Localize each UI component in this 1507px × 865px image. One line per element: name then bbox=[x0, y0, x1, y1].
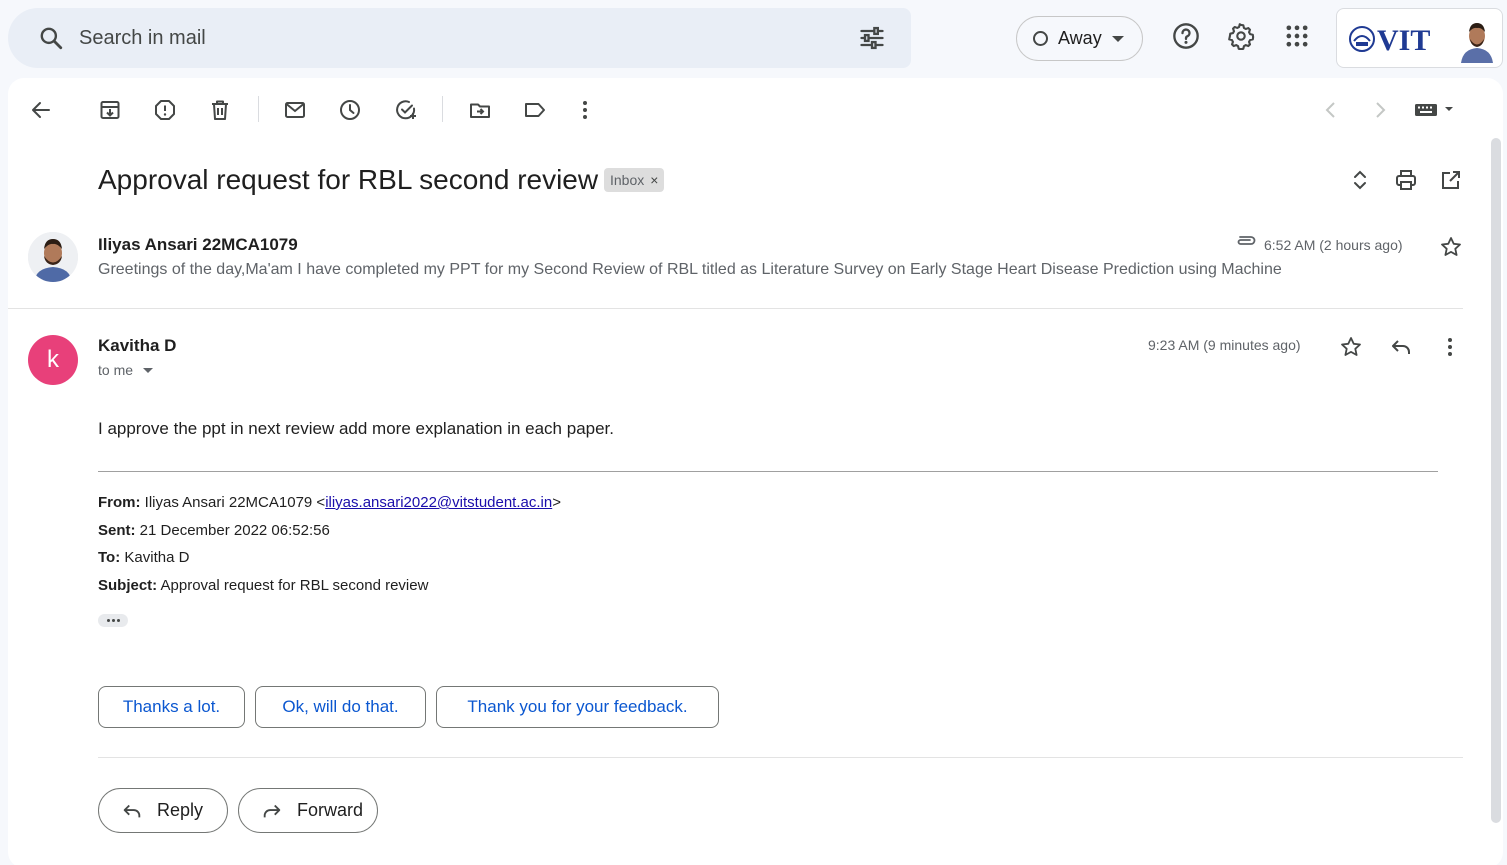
reply-button[interactable]: Reply bbox=[98, 788, 228, 833]
more-vert-icon[interactable] bbox=[573, 98, 597, 122]
quoted-to-label: To: bbox=[98, 549, 121, 566]
recipient-details[interactable]: to me bbox=[98, 362, 154, 378]
sender-photo bbox=[28, 232, 78, 282]
collapsed-message-time: 6:52 AM (2 hours ago) bbox=[1264, 237, 1403, 253]
vit-logo: VIT bbox=[1349, 24, 1430, 55]
settings-gear-icon[interactable] bbox=[1227, 22, 1255, 50]
smart-reply-1[interactable]: Thanks a lot. bbox=[98, 686, 245, 728]
toolbar-divider bbox=[442, 96, 443, 122]
status-ring-icon bbox=[1033, 31, 1048, 46]
reply-label: Reply bbox=[157, 800, 204, 820]
scrollbar-thumb[interactable] bbox=[1491, 138, 1501, 823]
chevron-down-icon[interactable] bbox=[143, 367, 154, 373]
reply-icon bbox=[123, 804, 141, 817]
search-input[interactable] bbox=[79, 22, 779, 54]
recipient-label: to me bbox=[98, 362, 134, 378]
inbox-label-chip[interactable]: Inbox × bbox=[604, 168, 665, 192]
attachment-icon bbox=[1237, 236, 1256, 245]
thread-subject: Approval request for RBL second review bbox=[98, 164, 599, 195]
forward-button[interactable]: Forward bbox=[238, 788, 378, 833]
status-label: Away bbox=[1058, 28, 1102, 48]
quoted-subject-label: Subject: bbox=[98, 577, 158, 594]
quoted-to-value: Kavitha D bbox=[120, 549, 190, 566]
quoted-subject-line: Subject: Approval request for RBL second… bbox=[98, 577, 428, 594]
status-button[interactable]: Away bbox=[1016, 16, 1143, 61]
smart-reply-3[interactable]: Thank you for your feedback. bbox=[436, 686, 719, 728]
apps-grid-icon[interactable] bbox=[1283, 22, 1311, 50]
quoted-from-email-link[interactable]: iliyas.ansari2022@vitstudent.ac.in bbox=[325, 494, 552, 511]
actions-divider bbox=[98, 757, 1463, 758]
account-switcher[interactable]: VIT bbox=[1336, 8, 1503, 68]
message-divider bbox=[8, 308, 1463, 309]
profile-photo bbox=[1457, 19, 1497, 63]
back-arrow-icon[interactable] bbox=[29, 98, 53, 122]
more-vert-icon[interactable] bbox=[1438, 335, 1462, 359]
print-icon[interactable] bbox=[1394, 168, 1418, 192]
quoted-subject-value: Approval request for RBL second review bbox=[157, 577, 429, 594]
add-task-icon[interactable] bbox=[394, 98, 418, 122]
quote-separator bbox=[98, 471, 1438, 472]
open-sender-name[interactable]: Kavitha D bbox=[98, 336, 176, 356]
remove-label-icon[interactable]: × bbox=[650, 168, 658, 192]
move-to-icon[interactable] bbox=[468, 98, 492, 122]
expand-all-icon[interactable] bbox=[1348, 168, 1372, 192]
open-message-time: 9:23 AM (9 minutes ago) bbox=[1148, 337, 1301, 353]
open-new-window-icon[interactable] bbox=[1439, 168, 1463, 192]
search-bar[interactable] bbox=[8, 8, 911, 68]
collapsed-message-snippet[interactable]: Greetings of the day,Ma'am I have comple… bbox=[98, 261, 1328, 279]
show-trimmed-content-button[interactable] bbox=[98, 614, 128, 627]
svg-text:VIT: VIT bbox=[1377, 24, 1430, 55]
reply-icon[interactable] bbox=[1389, 335, 1413, 359]
label-icon[interactable] bbox=[523, 98, 547, 122]
star-icon[interactable] bbox=[1339, 335, 1363, 359]
forward-label: Forward bbox=[297, 800, 364, 820]
newer-icon[interactable] bbox=[1319, 98, 1343, 122]
quoted-from-label: From: bbox=[98, 494, 141, 511]
search-icon[interactable] bbox=[38, 25, 64, 51]
delete-icon[interactable] bbox=[208, 98, 232, 122]
quoted-sent-line: Sent: 21 December 2022 06:52:56 bbox=[98, 522, 330, 539]
forward-icon bbox=[263, 804, 281, 817]
keyboard-icon[interactable] bbox=[1413, 98, 1457, 122]
toolbar-divider bbox=[258, 96, 259, 122]
star-icon[interactable] bbox=[1439, 235, 1463, 259]
sender-avatar[interactable] bbox=[28, 232, 78, 282]
smart-reply-2[interactable]: Ok, will do that. bbox=[255, 686, 426, 728]
mark-unread-icon[interactable] bbox=[283, 98, 307, 122]
quoted-sent-label: Sent: bbox=[98, 522, 136, 539]
quoted-from-line: From: Iliyas Ansari 22MCA1079 <iliyas.an… bbox=[98, 494, 561, 511]
older-icon[interactable] bbox=[1368, 98, 1392, 122]
quoted-to-line: To: Kavitha D bbox=[98, 549, 189, 566]
message-body: I approve the ppt in next review add mor… bbox=[98, 419, 615, 438]
quoted-sent-value: 21 December 2022 06:52:56 bbox=[135, 522, 330, 539]
quoted-from-name: Iliyas Ansari 22MCA1079 < bbox=[140, 494, 326, 511]
quoted-from-close: > bbox=[552, 494, 561, 511]
sender-avatar-k[interactable]: k bbox=[28, 335, 78, 385]
chip-label: Inbox bbox=[610, 172, 645, 188]
collapsed-sender-name[interactable]: Iliyas Ansari 22MCA1079 bbox=[98, 235, 298, 255]
snooze-icon[interactable] bbox=[338, 98, 362, 122]
report-spam-icon[interactable] bbox=[153, 98, 177, 122]
message-view: Approval request for RBL second review I… bbox=[8, 78, 1503, 865]
scrollbar[interactable] bbox=[1489, 138, 1503, 823]
help-icon[interactable] bbox=[1172, 22, 1200, 50]
search-options-icon[interactable] bbox=[858, 24, 886, 52]
chevron-down-icon bbox=[1111, 35, 1124, 42]
archive-icon[interactable] bbox=[98, 98, 122, 122]
